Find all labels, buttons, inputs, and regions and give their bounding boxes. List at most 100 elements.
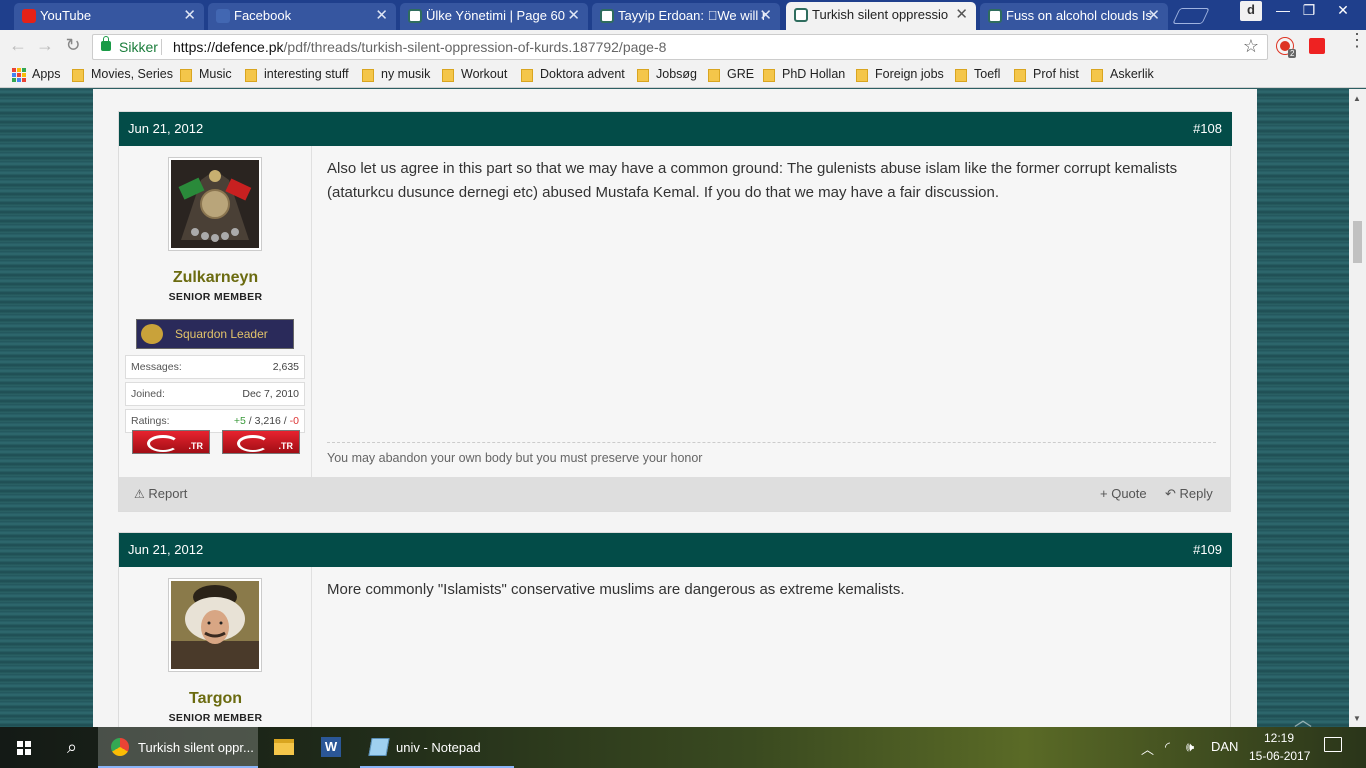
reload-icon[interactable]: ↻ (61, 35, 85, 56)
taskbar-chrome[interactable]: Turkish silent oppr... (98, 727, 258, 768)
scrollbar-thumb[interactable] (1353, 221, 1362, 263)
restore-icon[interactable]: ❐ (1296, 0, 1322, 22)
search-icon[interactable]: ⌕ (48, 727, 96, 768)
rank-label: Squardon Leader (175, 327, 268, 341)
turkish-flag-extension-icon[interactable] (1309, 38, 1325, 54)
bookmark-interesting-stuff[interactable]: interesting stuff (245, 67, 349, 82)
close-window-icon[interactable]: ✕ (1330, 0, 1356, 22)
back-arrow-icon[interactable]: ← (6, 35, 30, 56)
bookmark-gre[interactable]: GRE (708, 67, 754, 82)
stat-joined: Joined: Dec 7, 2010 (125, 382, 305, 406)
reply-button[interactable]: ↶ Reply (1165, 477, 1213, 511)
taskbar-file-explorer[interactable] (260, 727, 308, 768)
tab-ulke-yonetimi[interactable]: Ülke Yönetimi | Page 60 ✕ (400, 3, 588, 30)
reply-label: Reply (1179, 486, 1213, 501)
folder-icon (708, 69, 720, 82)
post-footer: ⚠ Report + Quote ↶ Reply (119, 477, 1230, 511)
language-indicator[interactable]: DAN (1211, 739, 1238, 754)
ratings-values[interactable]: +5 / 3,216 / -0 (234, 410, 299, 432)
start-button[interactable] (0, 727, 48, 768)
quote-button[interactable]: + Quote (1100, 477, 1147, 511)
wifi-icon[interactable]: ◜ (1165, 739, 1170, 755)
close-icon[interactable]: ✕ (1147, 3, 1160, 28)
close-icon[interactable]: ✕ (955, 2, 968, 27)
stat-value[interactable]: 2,635 (273, 356, 299, 378)
post-number[interactable]: #109 (1193, 533, 1222, 567)
close-icon[interactable]: ✕ (375, 3, 388, 28)
new-tab-button[interactable] (1172, 8, 1210, 24)
bookmark-movies-series[interactable]: Movies, Series (72, 67, 173, 82)
page-scrollbar[interactable]: ▲ ▼ (1349, 89, 1366, 727)
bookmark-label: PhD Hollan (782, 67, 846, 81)
bookmark-label: Doktora advent (540, 67, 625, 81)
facebook-icon (216, 9, 230, 23)
tab-label: Ülke Yönetimi | Page 60 (426, 8, 565, 23)
bookmark-phd-hollan[interactable]: PhD Hollan (763, 67, 846, 82)
folder-icon (763, 69, 775, 82)
scroll-up-arrow-icon[interactable]: ▲ (1353, 94, 1361, 103)
close-icon[interactable]: ✕ (183, 3, 196, 28)
volume-icon[interactable]: 🕪 (1186, 739, 1194, 755)
post-date[interactable]: Jun 21, 2012 (128, 112, 203, 146)
taskbar-notepad[interactable]: univ - Notepad (360, 727, 514, 768)
action-center-icon[interactable] (1324, 737, 1342, 752)
bookmark-prof-hist[interactable]: Prof hist (1014, 67, 1079, 82)
username[interactable]: Zulkarneyn (119, 269, 312, 287)
clock-date[interactable]: 15-06-2017 (1249, 749, 1310, 763)
taskbar-word[interactable]: W (308, 727, 356, 768)
tab-label: Tayyip Erdoan:  We will r (618, 8, 767, 23)
clock-time[interactable]: 12:19 (1264, 731, 1294, 745)
lock-icon (101, 36, 111, 51)
flag-label: .TR (278, 441, 294, 451)
post-message: More commonly "Islamists" conservative m… (327, 581, 905, 598)
profile-button[interactable]: d (1240, 1, 1262, 21)
bookmark-workout[interactable]: Workout (442, 67, 507, 82)
bookmark-ny-musik[interactable]: ny musik (362, 67, 430, 82)
show-hidden-icons-icon[interactable]: ︿ (1141, 739, 1154, 758)
stat-value: Dec 7, 2010 (242, 388, 299, 400)
username[interactable]: Targon (119, 690, 312, 708)
menu-dots-icon[interactable]: ⋮ (1348, 31, 1366, 49)
avatar[interactable] (168, 157, 262, 251)
defence-pk-icon (988, 9, 1002, 23)
minimize-icon[interactable]: — (1270, 0, 1296, 22)
folder-icon (442, 69, 454, 82)
bookmark-apps[interactable]: Apps (12, 67, 61, 82)
address-bar[interactable]: Sikker https://defence.pk/pdf/threads/tu… (92, 34, 1268, 60)
bookmark-label: Prof hist (1033, 67, 1079, 81)
post-date[interactable]: Jun 21, 2012 (128, 533, 203, 567)
tab-tayyip-erdoan[interactable]: Tayyip Erdoan:  We will r ✕ (592, 3, 780, 30)
bookmark-music[interactable]: Music (180, 67, 232, 82)
bookmark-askerlik[interactable]: Askerlik (1091, 67, 1154, 82)
bookmark-jobsog[interactable]: Jobsøg (637, 67, 697, 82)
close-icon[interactable]: ✕ (567, 3, 580, 28)
bookmark-label: interesting stuff (264, 67, 349, 81)
youtube-icon (22, 9, 36, 23)
post-number[interactable]: #108 (1193, 112, 1222, 146)
tab-youtube[interactable]: YouTube ✕ (14, 3, 204, 30)
ratings-separator: / (245, 415, 255, 427)
post-signature: You may abandon your own body but you mu… (327, 442, 1216, 465)
ratings-positive: +5 (233, 415, 246, 427)
tab-turkish-silent-oppression[interactable]: Turkish silent oppressio ✕ (786, 2, 976, 30)
report-button[interactable]: ⚠ Report (134, 477, 187, 511)
tab-fuss-on-alcohol[interactable]: Fuss on alcohol clouds Is ✕ (980, 3, 1168, 30)
bookmark-label: Apps (32, 67, 61, 81)
forward-arrow-icon[interactable]: → (33, 35, 57, 56)
url-path: /pdf/threads/turkish-silent-oppression-o… (283, 39, 667, 55)
folder-icon (1014, 69, 1026, 82)
url-text[interactable]: https://defence.pk/pdf/threads/turkish-s… (173, 39, 666, 55)
bookmark-star-icon[interactable]: ☆ (1243, 36, 1259, 57)
stat-label: Ratings: (131, 415, 170, 427)
scroll-to-top-icon[interactable]: ︿ (1294, 706, 1312, 727)
close-icon[interactable]: ✕ (759, 3, 772, 28)
bookmark-foreign-jobs[interactable]: Foreign jobs (856, 67, 944, 82)
scroll-down-arrow-icon[interactable]: ▼ (1353, 714, 1361, 723)
folder-icon (362, 69, 374, 82)
extension-badge: 2 (1288, 49, 1297, 58)
tab-facebook[interactable]: Facebook ✕ (208, 3, 396, 30)
bookmark-doktora-advent[interactable]: Doktora advent (521, 67, 625, 82)
user-title: SENIOR MEMBER (168, 291, 263, 303)
avatar[interactable] (168, 578, 262, 672)
bookmark-toefl[interactable]: Toefl (955, 67, 1000, 82)
